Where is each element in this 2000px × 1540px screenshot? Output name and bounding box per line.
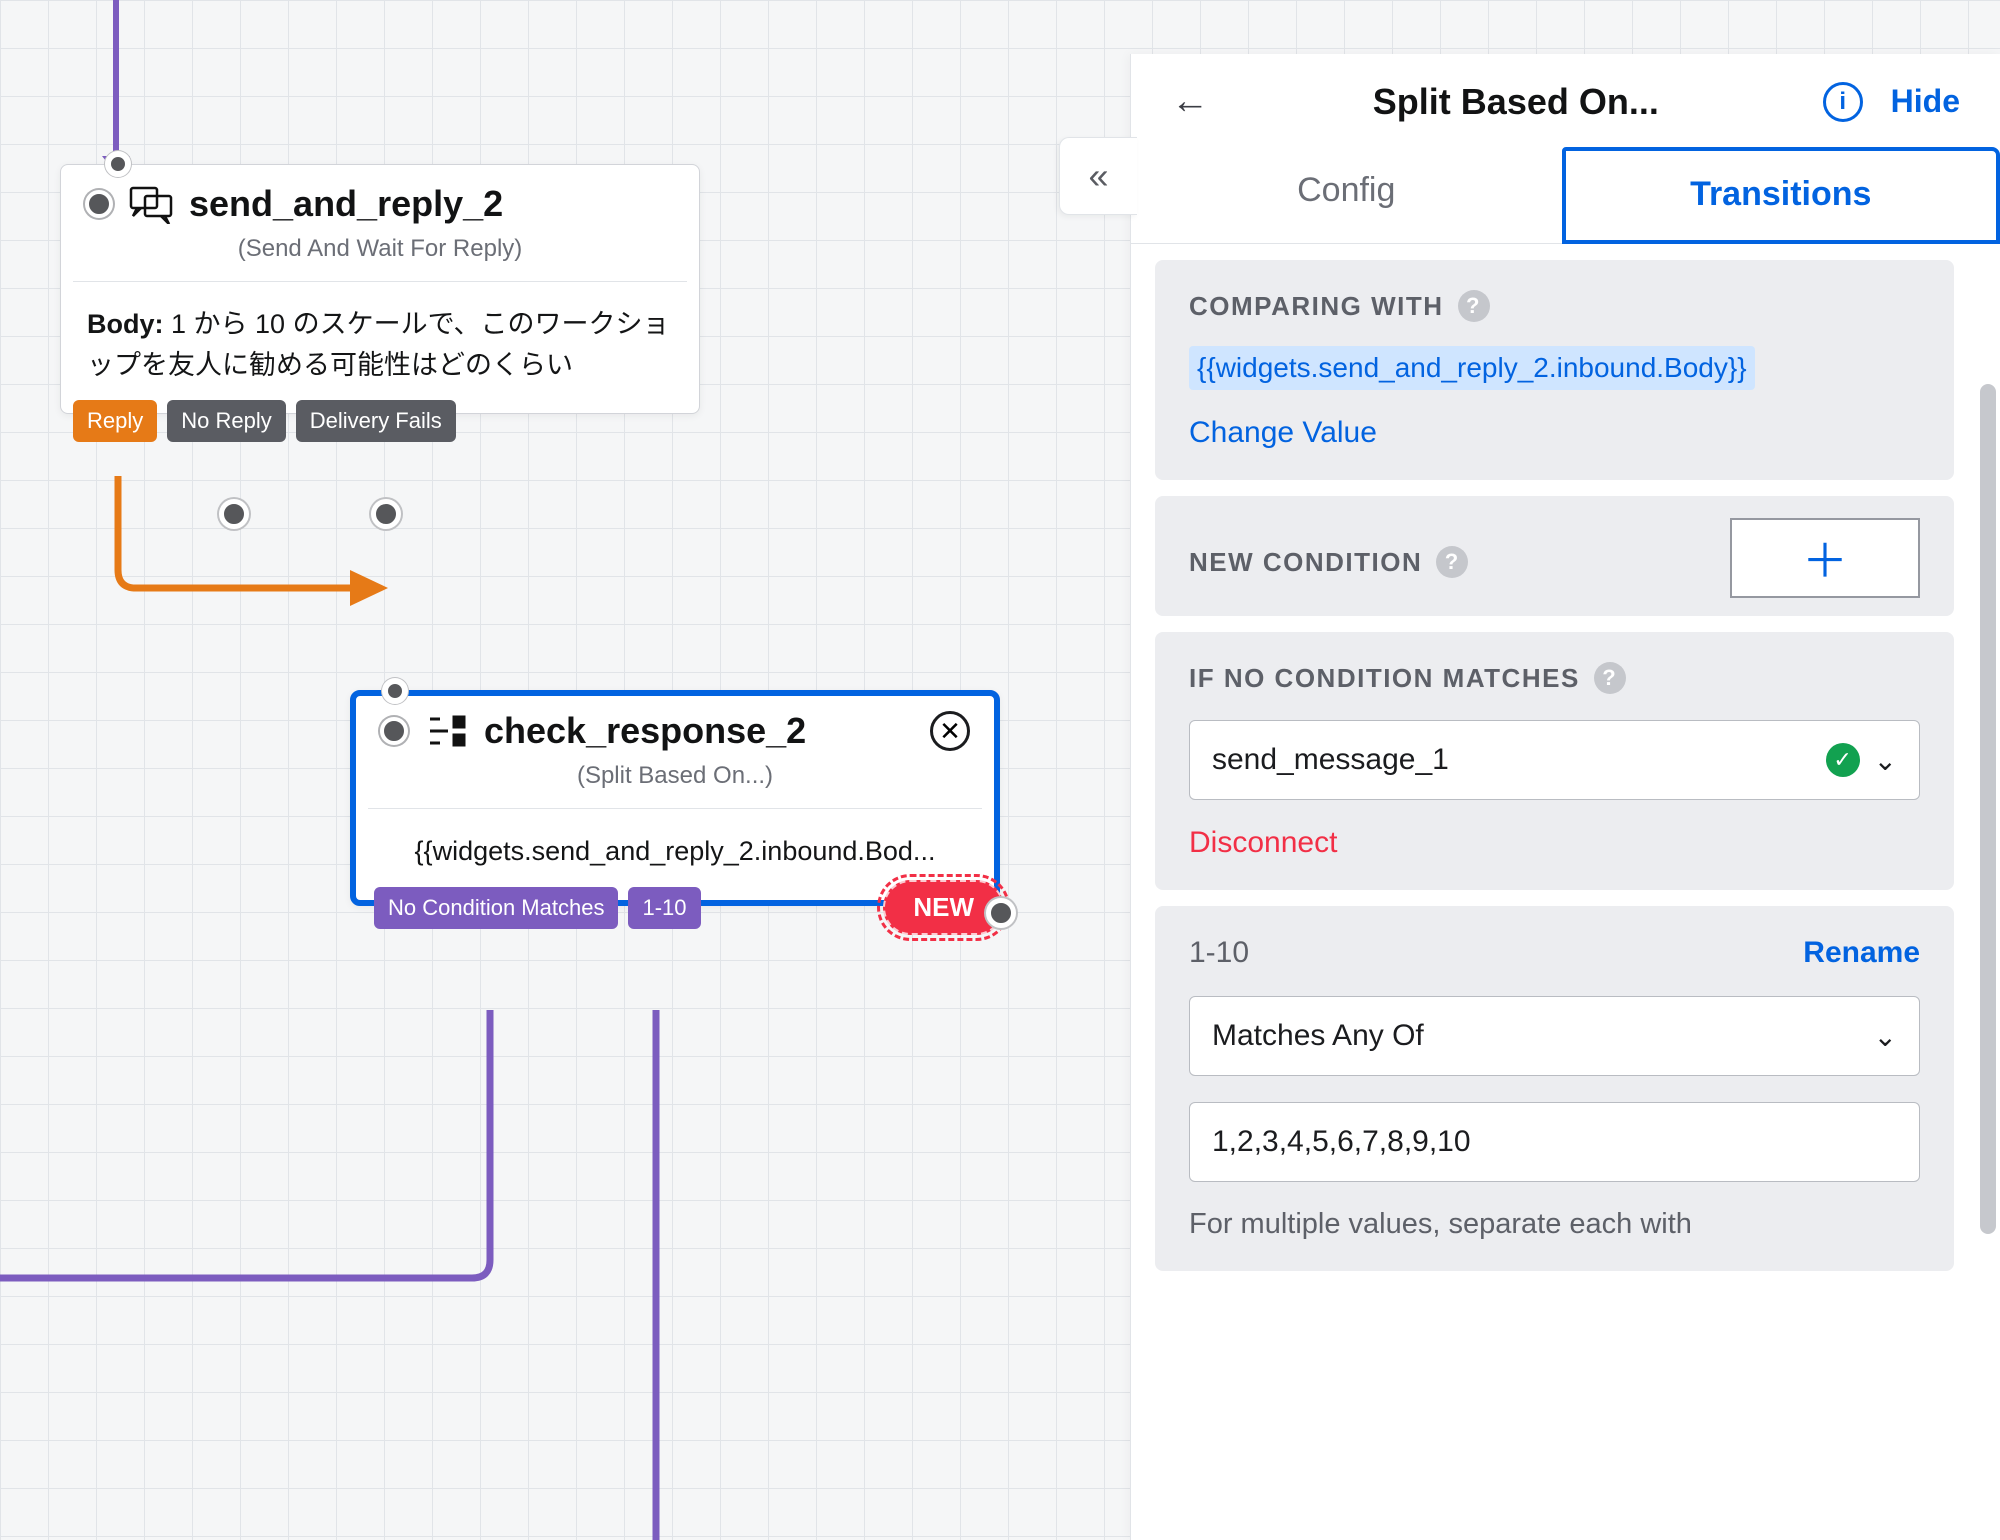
- outcome-no-reply[interactable]: No Reply: [167, 400, 285, 442]
- node-subtitle: (Split Based On...): [356, 754, 994, 808]
- properties-panel: ← Split Based On... i Hide « Config Tran…: [1130, 54, 2000, 1540]
- comparing-value: {{widgets.send_and_reply_2.inbound.Body}…: [1189, 346, 1755, 390]
- back-arrow-icon[interactable]: ←: [1171, 80, 1209, 123]
- outcome-1-10[interactable]: 1-10: [628, 887, 700, 929]
- node-title: check_response_2: [484, 710, 806, 752]
- node-title: send_and_reply_2: [189, 183, 503, 225]
- add-condition-button[interactable]: ＋: [1730, 518, 1920, 598]
- node-send-and-reply[interactable]: send_and_reply_2 (Send And Wait For Repl…: [60, 164, 700, 414]
- node-subtitle: (Send And Wait For Reply): [61, 227, 699, 281]
- connector-1-10: [640, 1010, 680, 1540]
- port-out-delivery-fails[interactable]: [371, 499, 401, 529]
- tab-row: « Config Transitions: [1131, 147, 2000, 244]
- condition-value-input[interactable]: 1,2,3,4,5,6,7,8,9,10: [1189, 1102, 1920, 1182]
- outcome-no-match[interactable]: No Condition Matches: [374, 887, 618, 929]
- new-condition-label: NEW CONDITION: [1189, 547, 1422, 578]
- comparing-label: COMPARING WITH: [1189, 291, 1444, 322]
- change-value-link[interactable]: Change Value: [1189, 416, 1920, 450]
- no-match-select[interactable]: send_message_1 ✓ ⌄: [1189, 720, 1920, 800]
- panel-title: Split Based On...: [1209, 81, 1823, 123]
- connector-reply-to-check: [100, 470, 400, 720]
- plus-icon: ＋: [1802, 525, 1848, 591]
- body-text: 1 から 10 のスケールで、このワークショップを友人に勧める可能性はどのくらい: [87, 309, 670, 380]
- outcome-delivery-fails[interactable]: Delivery Fails: [296, 400, 456, 442]
- node-check-response[interactable]: check_response_2 ✕ (Split Based On...) {…: [350, 690, 1000, 906]
- node-body: Body: 1 から 10 のスケールで、このワークショップを友人に勧める可能性…: [61, 282, 699, 413]
- connector-no-match: [0, 1010, 700, 1310]
- operator-value: Matches Any Of: [1212, 1019, 1424, 1053]
- no-match-label: IF NO CONDITION MATCHES: [1189, 663, 1580, 694]
- section-new-condition: NEW CONDITION ? ＋: [1155, 496, 1954, 616]
- rename-link[interactable]: Rename: [1803, 936, 1920, 970]
- tab-config[interactable]: Config: [1131, 147, 1562, 243]
- disconnect-link[interactable]: Disconnect: [1189, 826, 1920, 860]
- hide-button[interactable]: Hide: [1891, 83, 1960, 120]
- info-icon[interactable]: i: [1823, 82, 1863, 122]
- help-icon[interactable]: ?: [1458, 290, 1490, 322]
- operator-select[interactable]: Matches Any Of ⌄: [1189, 996, 1920, 1076]
- select-value: send_message_1: [1212, 743, 1449, 777]
- node-status-dot: [85, 190, 113, 218]
- chevron-down-icon: ⌄: [1874, 1020, 1897, 1053]
- close-icon[interactable]: ✕: [930, 711, 970, 751]
- section-no-match: IF NO CONDITION MATCHES ? send_message_1…: [1155, 632, 1954, 890]
- port-out-no-reply[interactable]: [219, 499, 249, 529]
- scrollbar-thumb[interactable]: [1980, 384, 1996, 1234]
- help-icon[interactable]: ?: [1436, 546, 1468, 578]
- node-status-dot: [380, 717, 408, 745]
- chevron-down-icon: ⌄: [1874, 744, 1897, 777]
- tab-transitions[interactable]: Transitions: [1562, 147, 2000, 244]
- body-label: Body:: [87, 309, 164, 339]
- port-in[interactable]: [105, 151, 131, 177]
- section-condition-1: 1-10 Rename Matches Any Of ⌄ 1,2,3,4,5,6…: [1155, 906, 1954, 1271]
- outcome-reply[interactable]: Reply: [73, 400, 157, 442]
- split-icon: [424, 711, 468, 751]
- port-in[interactable]: [382, 678, 408, 704]
- chat-icon: [129, 184, 173, 224]
- condition-help-text: For multiple values, separate each with: [1189, 1208, 1920, 1241]
- section-comparing-with: COMPARING WITH ? {{widgets.send_and_repl…: [1155, 260, 1954, 480]
- port-out-new[interactable]: [986, 898, 1016, 928]
- connector-incoming: [113, 0, 119, 160]
- condition-value-text: 1,2,3,4,5,6,7,8,9,10: [1212, 1125, 1471, 1159]
- help-icon[interactable]: ?: [1594, 662, 1626, 694]
- condition-title: 1-10: [1189, 936, 1249, 970]
- check-icon: ✓: [1826, 743, 1860, 777]
- collapse-panel-icon[interactable]: «: [1059, 137, 1137, 215]
